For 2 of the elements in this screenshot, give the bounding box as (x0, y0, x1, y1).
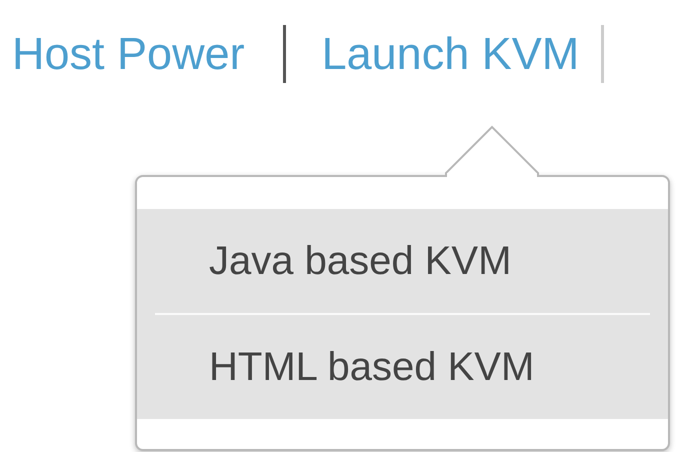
menu-item[interactable]: HTML based KVM (137, 315, 668, 419)
menu-item[interactable]: Java based KVM (137, 209, 668, 313)
